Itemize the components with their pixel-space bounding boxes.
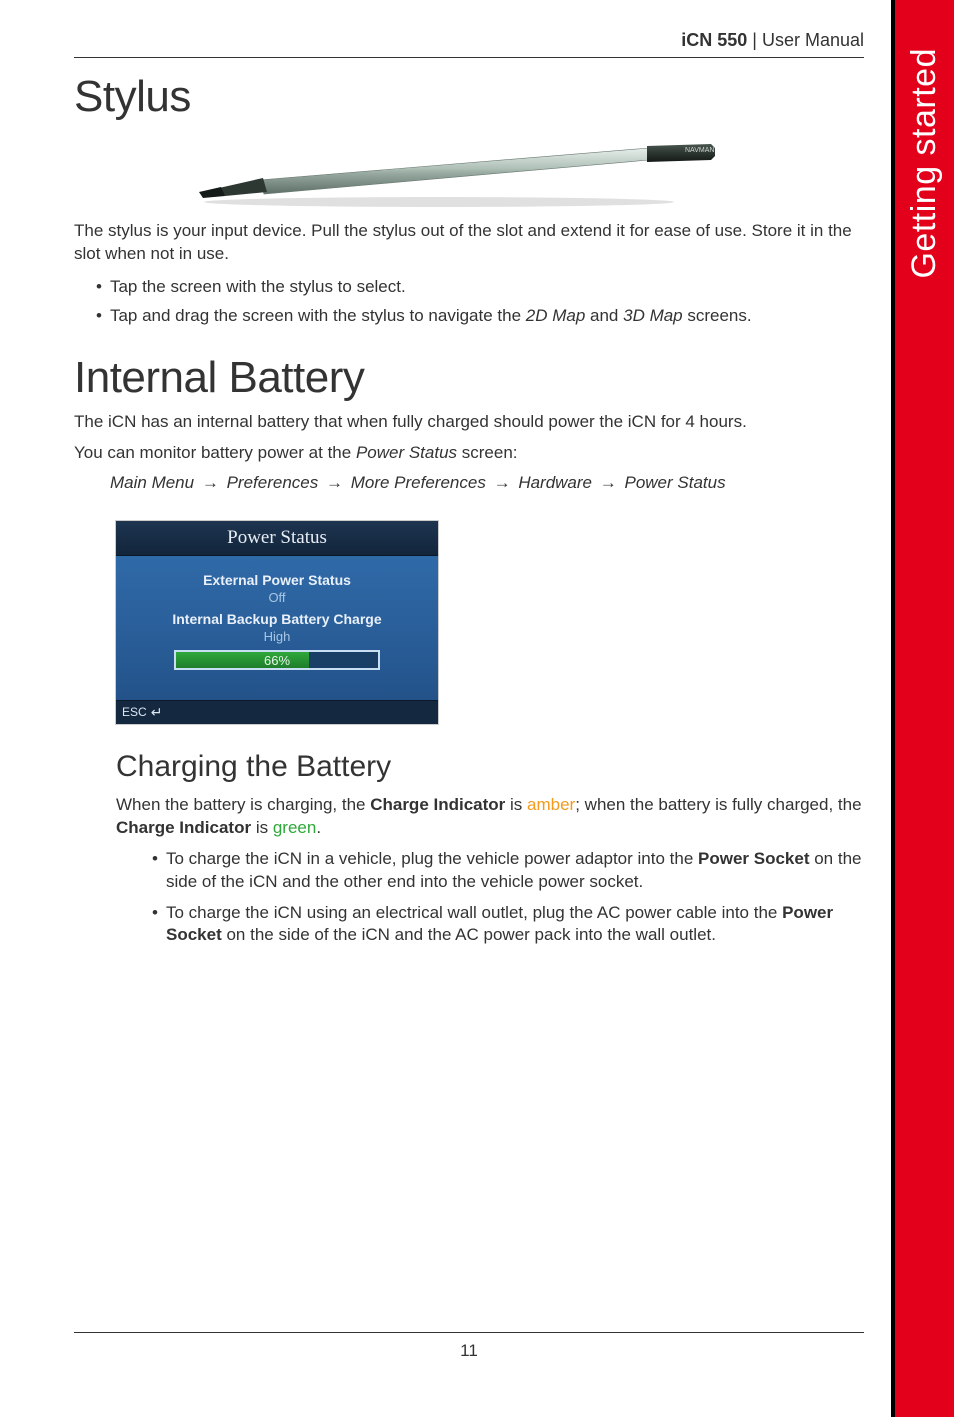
amber-text: amber [527,795,575,814]
battery-p1: The iCN has an internal battery that whe… [74,411,864,434]
text: screens. [683,306,752,325]
section-tab: Getting started [891,0,954,1417]
ps-esc-label: ESC [122,705,147,719]
text: on the side of the iCN and the AC power … [222,925,716,944]
charging-bullet-2: To charge the iCN using an electrical wa… [74,902,864,948]
charging-paragraph: When the battery is charging, the Charge… [116,794,864,840]
battery-p2: You can monitor battery power at the Pow… [74,442,864,465]
map-2d: 2D Map [526,306,586,325]
heading-stylus: Stylus [74,72,864,122]
doc-type: User Manual [762,30,864,50]
stylus-bullet-1: Tap the screen with the stylus to select… [74,274,864,300]
ps-external-value: Off [130,590,424,605]
crumb-hardware: Hardware [518,473,592,492]
stylus-intro: The stylus is your input device. Pull th… [74,220,864,266]
text: . [316,818,321,837]
arrow-icon: → [323,473,346,492]
text: is [251,818,273,837]
return-icon: ↵ [151,704,163,721]
section-tab-label: Getting started [895,40,954,287]
charge-indicator-term: Charge Indicator [370,795,505,814]
arrow-icon: → [199,473,222,492]
charging-bullets: To charge the iCN in a vehicle, plug the… [74,848,864,948]
crumb-preferences: Preferences [227,473,319,492]
text: and [585,306,623,325]
stylus-illustration: NAVMAN [189,130,749,210]
power-status-ref: Power Status [356,443,457,462]
text: screen: [457,443,517,462]
running-header: iCN 550 | User Manual [74,30,864,58]
heading-internal-battery: Internal Battery [74,353,864,403]
charge-indicator-term: Charge Indicator [116,818,251,837]
page: Getting started iCN 550 | User Manual St… [0,0,954,1417]
stylus-bullet-2: Tap and drag the screen with the stylus … [74,303,864,329]
ps-title: Power Status [116,521,438,556]
stylus-bullets: Tap the screen with the stylus to select… [74,274,864,329]
crumb-power-status: Power Status [624,473,725,492]
text: is [505,795,527,814]
crumb-more-preferences: More Preferences [351,473,486,492]
nav-breadcrumb: Main Menu → Preferences → More Preferenc… [74,473,864,493]
ps-body: External Power Status Off Internal Backu… [116,556,438,700]
text: You can monitor battery power at the [74,443,356,462]
page-footer: 11 [74,1332,864,1361]
text: ; when the battery is fully charged, the [575,795,861,814]
heading-charging: Charging the Battery [116,750,864,784]
map-3d: 3D Map [623,306,683,325]
power-status-screenshot: Power Status External Power Status Off I… [116,521,438,724]
ps-progress-bar: 66% [174,650,380,670]
arrow-icon: → [491,473,514,492]
arrow-icon: → [597,473,620,492]
content-area: iCN 550 | User Manual Stylus [74,30,864,971]
crumb-main-menu: Main Menu [110,473,194,492]
text: To charge the iCN in a vehicle, plug the… [166,849,698,868]
power-socket-term: Power Socket [698,849,810,868]
product-name: iCN 550 [681,30,747,50]
green-text: green [273,818,316,837]
ps-progress-text: 66% [176,652,378,668]
ps-internal-label: Internal Backup Battery Charge [130,611,424,627]
text: When the battery is charging, the [116,795,370,814]
page-number: 11 [460,1341,478,1360]
text: Tap and drag the screen with the stylus … [110,306,526,325]
header-sep: | [747,30,762,50]
ps-esc-bar: ESC ↵ [116,700,438,724]
text: To charge the iCN using an electrical wa… [166,903,782,922]
charging-bullet-1: To charge the iCN in a vehicle, plug the… [74,848,864,894]
ps-internal-value: High [130,629,424,644]
ps-external-label: External Power Status [130,572,424,588]
svg-text:NAVMAN: NAVMAN [685,147,714,154]
